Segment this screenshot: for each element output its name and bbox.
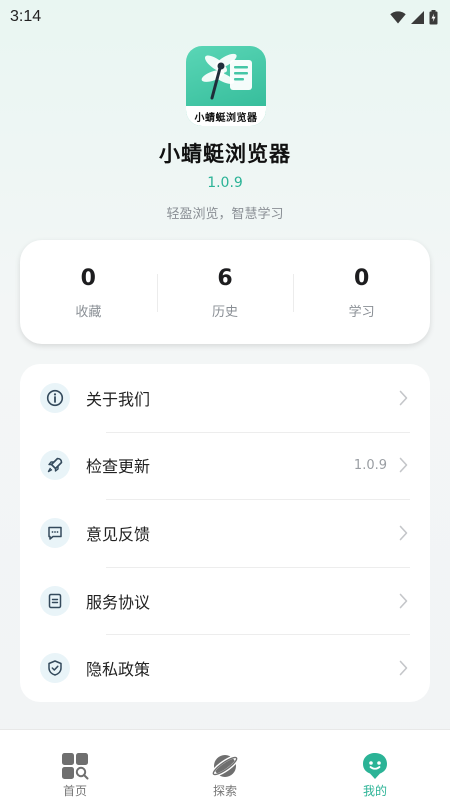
current-version: 1.0.9 — [353, 457, 387, 473]
chevron-right-icon — [399, 525, 408, 541]
status-time: 3:14 — [10, 8, 42, 25]
status-bar: 3:14 — [0, 0, 450, 34]
stat-label: 历史 — [212, 304, 239, 320]
cellular-signal-icon — [411, 10, 424, 24]
chevron-right-icon — [399, 390, 408, 406]
stat-value: 6 — [217, 265, 233, 291]
dragonfly-icon — [201, 53, 252, 100]
stat-label: 学习 — [348, 304, 375, 320]
bottom-nav: 首页 探索 我的 — [0, 729, 450, 800]
menu-item-feedback[interactable]: 意见反馈 — [20, 499, 430, 567]
document-icon — [40, 585, 70, 616]
menu-label: 检查更新 — [86, 457, 151, 477]
chevron-right-icon — [399, 457, 408, 473]
nav-tab-explore[interactable]: 探索 — [150, 730, 300, 800]
nav-label: 首页 — [62, 784, 87, 798]
logo-text: 小蜻蜓浏览器 — [186, 106, 266, 126]
stat-value: 0 — [354, 265, 370, 291]
menu-label: 意见反馈 — [86, 524, 151, 544]
menu-label: 服务协议 — [86, 592, 151, 612]
feedback-icon — [40, 517, 70, 548]
wifi-icon — [390, 10, 406, 24]
battery-icon — [429, 9, 438, 25]
menu-item-about-us[interactable]: 关于我们 — [20, 364, 430, 432]
stats-card: 0 收藏 6 历史 0 学习 — [20, 240, 430, 344]
stat-value: 0 — [80, 265, 96, 291]
menu-item-privacy-policy[interactable]: 隐私政策 — [20, 634, 430, 702]
status-icons — [390, 9, 438, 25]
stat-study[interactable]: 0 学习 — [293, 260, 430, 324]
nav-tab-home[interactable]: 首页 — [0, 730, 150, 800]
profile-icon — [360, 751, 390, 781]
menu-label: 隐私政策 — [86, 660, 151, 680]
stat-history[interactable]: 6 历史 — [156, 260, 294, 324]
nav-label: 我的 — [362, 784, 387, 798]
app-slogan: 轻盈浏览，智慧学习 — [166, 207, 284, 222]
menu-label: 关于我们 — [86, 389, 151, 409]
nav-label: 探索 — [212, 784, 237, 798]
chevron-right-icon — [399, 593, 408, 609]
chevron-right-icon — [399, 660, 408, 676]
info-icon — [40, 382, 70, 413]
settings-menu: 关于我们 检查更新 1.0.9 意见反馈 服务协议 隐私政策 — [20, 364, 430, 702]
stat-label: 收藏 — [75, 304, 102, 320]
menu-item-check-update[interactable]: 检查更新 1.0.9 — [20, 431, 430, 500]
app-logo: 小蜻蜓浏览器 — [186, 46, 266, 126]
nav-tab-mine[interactable]: 我的 — [300, 730, 450, 800]
menu-item-service-agreement[interactable]: 服务协议 — [20, 566, 430, 635]
planet-icon — [210, 751, 240, 781]
home-grid-icon — [60, 751, 90, 781]
app-name: 小蜻蜓浏览器 — [159, 142, 291, 166]
shield-check-icon — [40, 653, 70, 684]
rocket-icon — [40, 450, 70, 481]
stat-favorites[interactable]: 0 收藏 — [20, 260, 157, 324]
app-version: 1.0.9 — [207, 175, 243, 191]
